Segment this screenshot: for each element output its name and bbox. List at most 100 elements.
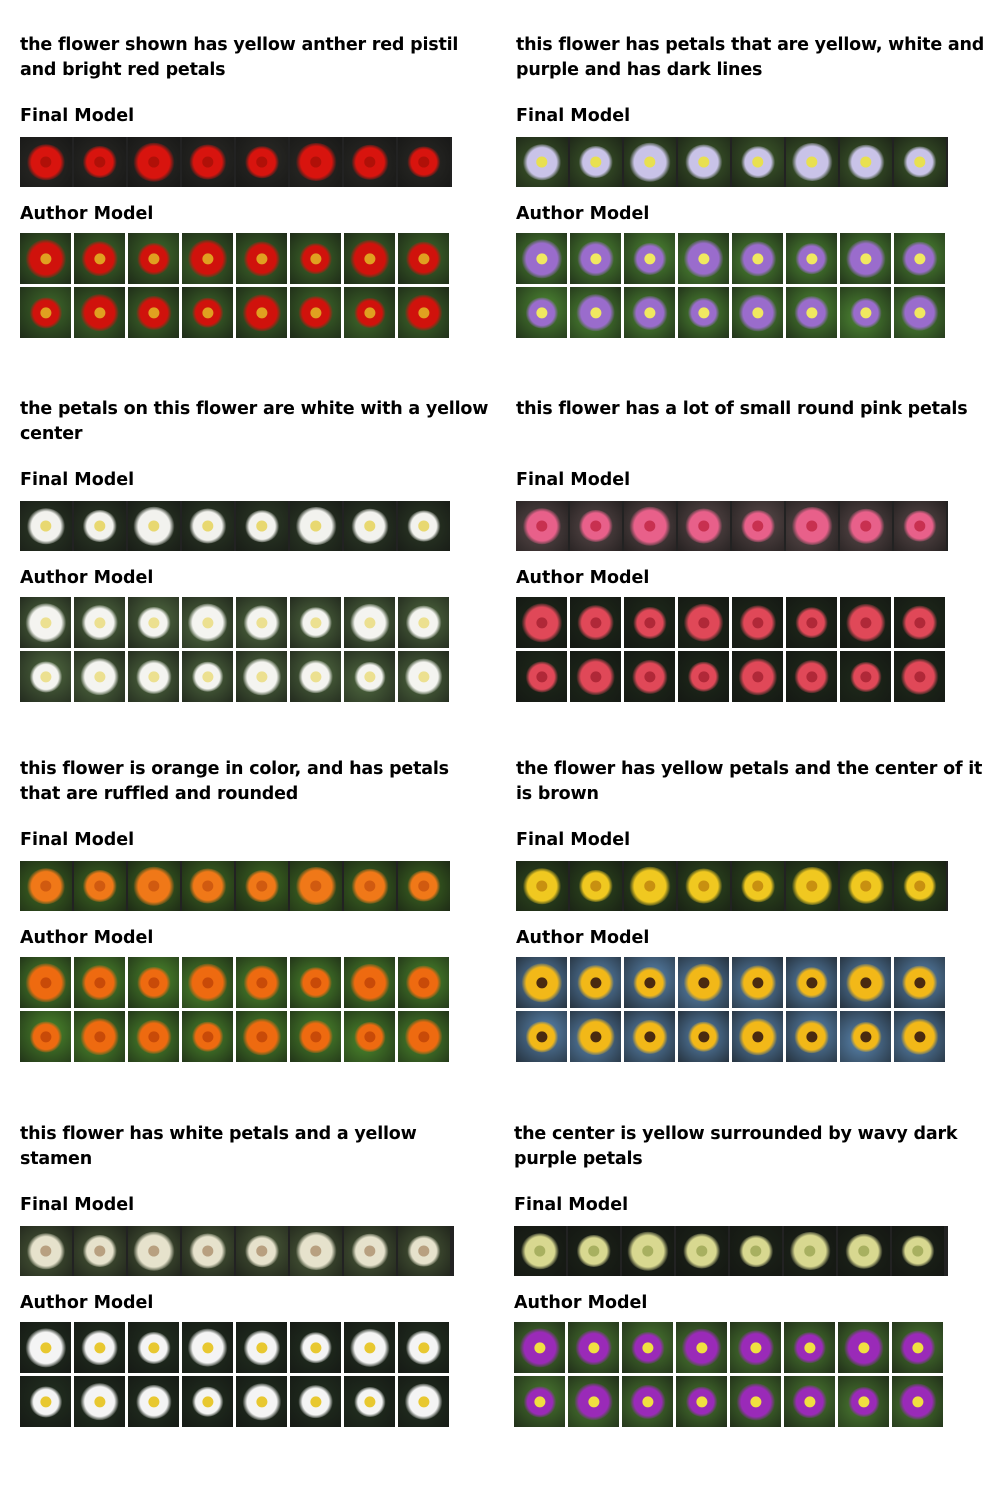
flower-thumbnail bbox=[676, 1226, 728, 1276]
flower-thumbnail bbox=[570, 651, 621, 702]
flower-thumbnail bbox=[678, 137, 730, 187]
flower-thumbnail bbox=[344, 287, 395, 338]
flower-thumbnail bbox=[236, 137, 288, 187]
flower-thumbnail bbox=[894, 233, 945, 284]
flower-thumbnail bbox=[514, 1322, 565, 1373]
final-model-strip bbox=[20, 137, 452, 187]
flower-thumbnail bbox=[128, 651, 179, 702]
flower-thumbnail bbox=[568, 1322, 619, 1373]
flower-thumbnail bbox=[784, 1322, 835, 1373]
flower-thumbnail bbox=[570, 287, 621, 338]
flower-thumbnail bbox=[74, 597, 125, 648]
final-model-strip bbox=[516, 501, 948, 551]
author-model-label: Author Model bbox=[516, 928, 650, 948]
flower-thumbnail bbox=[514, 1226, 566, 1276]
example-panel-3: the petals on this flower are white with… bbox=[20, 397, 490, 702]
flower-thumbnail bbox=[570, 597, 621, 648]
final-model-strip bbox=[514, 1226, 948, 1276]
flower-thumbnail bbox=[786, 597, 837, 648]
flower-thumbnail bbox=[732, 651, 783, 702]
flower-thumbnail bbox=[568, 1226, 620, 1276]
flower-thumbnail bbox=[236, 651, 287, 702]
final-model-strip bbox=[20, 861, 450, 911]
flower-thumbnail bbox=[344, 501, 396, 551]
final-model-label: Final Model bbox=[20, 106, 135, 126]
example-caption: the petals on this flower are white with… bbox=[20, 399, 489, 444]
example-caption: the flower shown has yellow anther red p… bbox=[20, 35, 459, 80]
flower-thumbnail bbox=[624, 957, 675, 1008]
flower-thumbnail bbox=[732, 957, 783, 1008]
author-model-label: Author Model bbox=[20, 928, 154, 948]
flower-thumbnail bbox=[840, 287, 891, 338]
flower-thumbnail bbox=[74, 501, 126, 551]
final-model-label: Final Model bbox=[516, 106, 631, 126]
flower-thumbnail bbox=[128, 287, 179, 338]
author-model-label: Author Model bbox=[516, 568, 650, 588]
flower-thumbnail bbox=[570, 957, 621, 1008]
flower-thumbnail bbox=[20, 1226, 72, 1276]
flower-thumbnail bbox=[236, 1011, 287, 1062]
flower-thumbnail bbox=[344, 1322, 395, 1373]
flower-thumbnail bbox=[570, 861, 622, 911]
flower-thumbnail bbox=[344, 1011, 395, 1062]
flower-thumbnail bbox=[182, 137, 234, 187]
final-model-strip bbox=[516, 137, 948, 187]
flower-thumbnail bbox=[182, 501, 234, 551]
flower-thumbnail bbox=[74, 651, 125, 702]
example-caption: this flower is orange in color, and has … bbox=[20, 759, 449, 804]
flower-thumbnail bbox=[20, 287, 71, 338]
flower-thumbnail bbox=[290, 1376, 341, 1427]
flower-thumbnail bbox=[678, 233, 729, 284]
flower-thumbnail bbox=[516, 861, 568, 911]
flower-thumbnail bbox=[622, 1226, 674, 1276]
flower-thumbnail bbox=[624, 1011, 675, 1062]
flower-thumbnail bbox=[570, 501, 622, 551]
flower-thumbnail bbox=[182, 861, 234, 911]
flower-thumbnail bbox=[624, 233, 675, 284]
flower-thumbnail bbox=[236, 1226, 288, 1276]
flower-thumbnail bbox=[624, 861, 676, 911]
flower-thumbnail bbox=[398, 1011, 449, 1062]
example-caption: the flower has yellow petals and the cen… bbox=[516, 759, 983, 804]
flower-thumbnail bbox=[894, 597, 945, 648]
flower-thumbnail bbox=[182, 1226, 234, 1276]
flower-thumbnail bbox=[840, 501, 892, 551]
flower-thumbnail bbox=[514, 1376, 565, 1427]
flower-thumbnail bbox=[128, 501, 180, 551]
flower-thumbnail bbox=[398, 957, 449, 1008]
flower-thumbnail bbox=[344, 597, 395, 648]
flower-thumbnail bbox=[622, 1376, 673, 1427]
flower-thumbnail bbox=[236, 1376, 287, 1427]
flower-thumbnail bbox=[128, 1322, 179, 1373]
flower-thumbnail bbox=[182, 957, 233, 1008]
flower-thumbnail bbox=[398, 651, 449, 702]
final-model-label: Final Model bbox=[516, 470, 631, 490]
flower-thumbnail bbox=[570, 233, 621, 284]
final-model-strip bbox=[20, 1226, 454, 1276]
flower-thumbnail bbox=[840, 1011, 891, 1062]
flower-thumbnail bbox=[128, 233, 179, 284]
author-model-grid bbox=[514, 1322, 943, 1427]
flower-thumbnail bbox=[398, 501, 450, 551]
flower-thumbnail bbox=[182, 1322, 233, 1373]
flower-thumbnail bbox=[20, 233, 71, 284]
flower-thumbnail bbox=[74, 861, 126, 911]
flower-thumbnail bbox=[20, 1011, 71, 1062]
flower-thumbnail bbox=[678, 287, 729, 338]
flower-thumbnail bbox=[398, 861, 450, 911]
flower-thumbnail bbox=[894, 957, 945, 1008]
flower-thumbnail bbox=[290, 1226, 342, 1276]
flower-thumbnail bbox=[678, 597, 729, 648]
flower-thumbnail bbox=[398, 1226, 450, 1276]
flower-thumbnail bbox=[624, 287, 675, 338]
flower-thumbnail bbox=[894, 501, 946, 551]
flower-thumbnail bbox=[892, 1322, 943, 1373]
flower-thumbnail bbox=[786, 501, 838, 551]
flower-thumbnail bbox=[182, 651, 233, 702]
flower-thumbnail bbox=[290, 287, 341, 338]
flower-thumbnail bbox=[344, 651, 395, 702]
flower-thumbnail bbox=[516, 287, 567, 338]
example-panel-7: this flower has white petals and a yello… bbox=[20, 1122, 490, 1427]
flower-thumbnail bbox=[730, 1376, 781, 1427]
author-model-grid bbox=[516, 233, 945, 338]
